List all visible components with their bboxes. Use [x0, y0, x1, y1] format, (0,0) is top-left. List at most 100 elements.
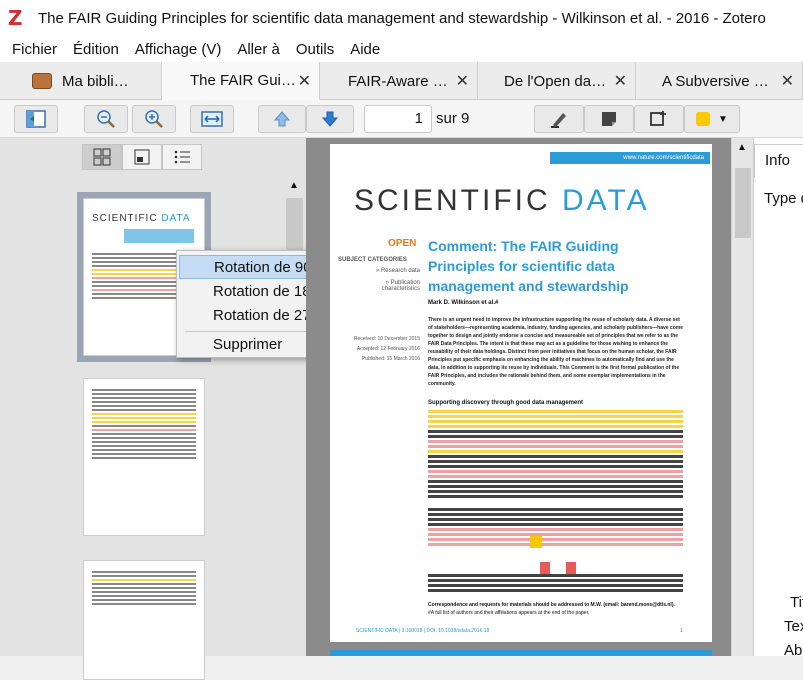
thumb-text-lines	[92, 571, 196, 607]
sidebar-icon	[26, 110, 46, 128]
menu-aller-a[interactable]: Aller à	[237, 41, 280, 58]
menu-outils[interactable]: Outils	[296, 41, 334, 58]
note-tool-button[interactable]	[584, 105, 634, 133]
body-text-lines-3	[428, 574, 683, 594]
annotations-view-button[interactable]	[122, 144, 162, 170]
list-icon	[174, 150, 190, 164]
subject-item-1: » Research data	[375, 268, 420, 274]
type-label: Type d	[764, 190, 803, 207]
sidebar-view-toggles	[82, 144, 202, 170]
tab-label: The FAIR Gui…	[190, 72, 296, 89]
field-title-label: Tit	[790, 594, 803, 611]
page-total: sur 9	[436, 110, 470, 127]
tab-label: De l'Open da…	[504, 72, 607, 90]
subject-item-2: » Publication characteristics	[381, 280, 420, 292]
area-select-icon	[650, 111, 666, 126]
journal-word-scientific: SCIENTIFIC	[354, 184, 551, 217]
field-abstract-label: Ab	[784, 642, 803, 659]
menu-fichier[interactable]: Fichier	[12, 41, 57, 58]
body-text-lines	[428, 410, 683, 500]
fit-width-icon	[201, 111, 223, 127]
scrollbar-thumb[interactable]	[735, 168, 751, 238]
pdf-viewer[interactable]: www.nature.com/scientificdata SCIENTIFIC…	[306, 138, 731, 656]
tab-info[interactable]: Info	[754, 144, 803, 178]
annotation-icon	[134, 149, 150, 165]
journal-url: www.nature.com/scientificdata	[550, 152, 710, 164]
field-text-label: Tex	[784, 618, 803, 635]
close-icon[interactable]: ✕	[614, 71, 627, 91]
tab-library[interactable]: Ma bibli…	[20, 62, 162, 100]
thumb-title-block	[124, 229, 194, 243]
chevron-down-icon: ▼	[718, 113, 728, 125]
thumbnail-sidebar: SCIENTIFIC DATA ▲	[0, 138, 306, 680]
article-dates: Received: 10 December 2015 Accepted: 12 …	[330, 334, 420, 364]
menu-aide[interactable]: Aide	[350, 41, 380, 58]
highlight-tool-button[interactable]	[534, 105, 584, 133]
zoom-out-button[interactable]	[84, 105, 128, 133]
menu-bar: Fichier Édition Affichage (V) Aller à Ou…	[0, 36, 803, 62]
page-footer: SCIENTIFIC DATA | 3:160018 | DOI: 10.103…	[356, 628, 490, 634]
tab-label: A Subversive …	[662, 72, 769, 90]
area-tool-button[interactable]	[634, 105, 684, 133]
body-text-lines-2	[428, 508, 683, 548]
thumbnails-view-button[interactable]	[82, 144, 122, 170]
color-swatch-icon	[696, 112, 711, 126]
viewer-scrollbar[interactable]: ▲	[731, 138, 753, 656]
authors-footnote: #A full list of authors and their affili…	[428, 610, 590, 616]
accepted-date: Accepted: 12 February 2016	[356, 346, 420, 352]
tab-open-data[interactable]: De l'Open da… ✕	[478, 62, 636, 100]
fit-width-button[interactable]	[190, 105, 234, 133]
tab-label: FAIR-Aware …	[348, 72, 448, 90]
reader-toolbar: 1 sur 9 ▼	[0, 100, 803, 138]
zoom-in-button[interactable]	[132, 105, 176, 133]
zoom-in-icon	[145, 110, 163, 128]
note-icon	[602, 112, 616, 126]
title-bar: Z The FAIR Guiding Principles for scient…	[0, 0, 803, 36]
open-access-label: OPEN	[388, 238, 417, 249]
scroll-up-icon[interactable]: ▲	[737, 142, 747, 153]
section-heading: Supporting discovery through good data m…	[428, 400, 584, 406]
tab-subversive[interactable]: A Subversive … ✕	[636, 62, 803, 100]
note-annotation-icon[interactable]	[530, 536, 542, 548]
tab-label: Ma bibli…	[62, 72, 129, 90]
correspondence-note: Correspondence and requests for material…	[428, 602, 675, 608]
page-thumbnail-2[interactable]	[83, 378, 205, 536]
page-number-footer: 1	[680, 628, 683, 634]
thumbnails-icon	[93, 148, 111, 166]
next-page-button[interactable]	[306, 105, 354, 133]
pdf-page: www.nature.com/scientificdata SCIENTIFIC…	[330, 144, 712, 642]
menu-affichage[interactable]: Affichage (V)	[135, 41, 221, 58]
item-pane: Info Type d Tit Tex Ab	[753, 138, 803, 659]
color-picker-button[interactable]: ▼	[684, 105, 740, 133]
thumb-text-lines	[92, 389, 196, 461]
tab-fair-principles[interactable]: The FAIR Gui… ✕	[162, 62, 320, 100]
window-title: The FAIR Guiding Principles for scientif…	[38, 9, 766, 27]
article-title: Comment: The FAIR Guiding Principles for…	[428, 238, 629, 294]
next-page-edge	[330, 650, 712, 656]
outline-view-button[interactable]	[162, 144, 202, 170]
arrow-down-icon	[321, 111, 339, 127]
page-number-input[interactable]: 1	[364, 105, 432, 133]
previous-page-button[interactable]	[258, 105, 306, 133]
zoom-out-icon	[97, 110, 115, 128]
received-date: Received: 10 December 2015	[353, 336, 420, 342]
zotero-logo-icon: Z	[8, 6, 23, 30]
arrow-up-icon	[273, 111, 291, 127]
article-author: Mark D. Wilkinson et al.#	[428, 300, 499, 306]
thumb-journal-title: SCIENTIFIC DATA	[92, 213, 191, 224]
toggle-sidebar-button[interactable]	[14, 105, 58, 133]
highlighter-icon	[551, 113, 566, 128]
journal-title: SCIENTIFIC DATA	[354, 184, 650, 218]
subject-heading: SUBJECT CATEGORIES	[338, 257, 407, 263]
tab-bar: Ma bibli… The FAIR Gui… ✕ FAIR-Aware … ✕…	[0, 62, 803, 100]
tab-fair-aware[interactable]: FAIR-Aware … ✕	[320, 62, 478, 100]
page-thumbnail-3[interactable]	[83, 560, 205, 680]
scroll-up-icon[interactable]: ▲	[289, 180, 299, 191]
library-icon	[32, 73, 52, 89]
close-icon[interactable]: ✕	[781, 71, 794, 91]
article-abstract: There is an urgent need to improve the i…	[428, 317, 683, 387]
close-icon[interactable]: ✕	[298, 71, 311, 91]
menu-edition[interactable]: Édition	[73, 41, 119, 58]
published-date: Published: 15 March 2016	[361, 356, 420, 362]
close-icon[interactable]: ✕	[456, 71, 469, 91]
